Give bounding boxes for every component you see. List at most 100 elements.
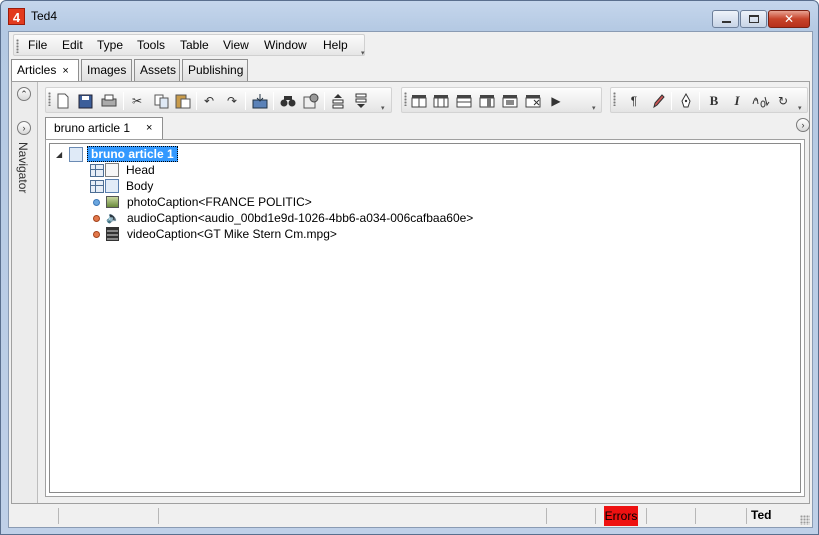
tab-assets[interactable]: Assets — [134, 59, 180, 81]
status-separator — [546, 508, 547, 524]
toolbar-separator — [671, 92, 672, 110]
status-bar: Errors Ted — [9, 505, 812, 527]
photo-icon — [106, 196, 119, 208]
toolbar-separator — [273, 92, 274, 110]
status-separator — [158, 508, 159, 524]
move-up-icon[interactable] — [329, 92, 347, 110]
menu-tools[interactable]: Tools — [135, 38, 167, 52]
errors-indicator[interactable]: Errors — [604, 506, 638, 526]
pen-icon[interactable] — [677, 92, 695, 110]
print-icon[interactable] — [100, 92, 118, 110]
redo-icon[interactable]: ↷ — [223, 92, 241, 110]
undo-icon[interactable]: ↶ — [200, 92, 218, 110]
tree-item-head[interactable]: Head — [90, 162, 155, 178]
tree-item-body[interactable]: Body — [90, 178, 153, 194]
toolbar-overflow-icon[interactable]: ▾ — [592, 104, 596, 112]
status-separator — [58, 508, 59, 524]
panel-scroll-right-icon[interactable]: › — [796, 118, 810, 132]
save-icon[interactable] — [76, 92, 94, 110]
delete-table-icon[interactable] — [524, 92, 542, 110]
app-window: 4 Ted4 ✕ File Edit Type Tools Table View… — [0, 0, 819, 535]
maximize-button[interactable] — [740, 10, 767, 28]
tree-root-row[interactable]: ◢ bruno article 1 — [50, 146, 350, 162]
article-tree: ◢ bruno article 1 Head Body photoCaption… — [49, 143, 801, 493]
tree-item-video-caption[interactable]: videoCaption<GT Mike Stern Cm.mpg> — [93, 226, 337, 242]
toolbar-separator — [324, 92, 325, 110]
title-bar[interactable]: 4 Ted4 ✕ — [1, 1, 818, 31]
editor-toolbar: ✂ ↶ ↷ ▾ ▶ ▾ ¶ B I ↻ ▾ — [40, 87, 810, 115]
tab-articles-label: Articles — [17, 63, 57, 77]
tree-item-audio-caption[interactable]: 🔈 audioCaption<audio_00bd1e9d-1026-4bb6-… — [93, 210, 473, 226]
insert-row-above-icon[interactable] — [432, 92, 450, 110]
insert-column-icon[interactable] — [478, 92, 496, 110]
tab-images-label: Images — [87, 63, 127, 77]
pencil-icon[interactable] — [649, 92, 667, 110]
menu-view[interactable]: View — [221, 38, 251, 52]
client-area: File Edit Type Tools Table View Window H… — [8, 31, 813, 528]
menu-help[interactable]: Help — [321, 38, 350, 52]
toolbar-grip[interactable] — [404, 92, 407, 106]
document-tab-label: bruno article 1 — [54, 121, 131, 135]
minimize-icon — [722, 21, 731, 23]
menubar-overflow-icon[interactable]: ▾ — [361, 49, 368, 57]
status-dot-icon — [93, 230, 100, 238]
menu-edit[interactable]: Edit — [60, 38, 85, 52]
menubar-grip[interactable] — [16, 39, 19, 53]
document-icon — [69, 146, 83, 162]
toolbar-overflow-icon[interactable]: ▾ — [381, 104, 385, 112]
collapse-up-icon[interactable]: ⌃ — [17, 87, 31, 101]
minimize-button[interactable] — [712, 10, 739, 28]
page-blue-icon — [105, 179, 119, 193]
close-button[interactable]: ✕ — [768, 10, 810, 28]
refresh-icon[interactable]: ↻ — [774, 92, 792, 110]
resize-grip-icon[interactable] — [800, 515, 810, 525]
toolbar-grip[interactable] — [48, 92, 51, 106]
menu-type[interactable]: Type — [95, 38, 125, 52]
play-icon[interactable]: ▶ — [547, 92, 565, 110]
tab-articles[interactable]: Articles × — [11, 59, 79, 82]
cut-icon[interactable]: ✂ — [128, 92, 146, 110]
tree-item-label: videoCaption<GT Mike Stern Cm.mpg> — [127, 227, 337, 241]
tab-images[interactable]: Images — [81, 59, 132, 81]
toolbar-group-format: ¶ B I ↻ ▾ — [610, 87, 808, 113]
toolbar-separator — [245, 92, 246, 110]
close-icon: ✕ — [783, 12, 795, 26]
tab-close-icon[interactable]: × — [62, 65, 68, 77]
navigator-label[interactable]: Navigator — [16, 142, 30, 193]
film-icon — [106, 227, 119, 241]
copy-icon[interactable] — [152, 92, 170, 110]
paste-icon[interactable] — [174, 92, 192, 110]
menu-window[interactable]: Window — [262, 38, 309, 52]
document-tab[interactable]: bruno article 1 × — [45, 117, 163, 139]
properties-icon[interactable] — [302, 92, 320, 110]
toolbar-group-main: ✂ ↶ ↷ ▾ — [45, 87, 392, 113]
tab-publishing[interactable]: Publishing — [182, 59, 248, 81]
menu-table[interactable]: Table — [178, 38, 211, 52]
app-logo-icon: 4 — [8, 8, 25, 25]
toolbar-grip[interactable] — [613, 92, 616, 106]
toolbar-overflow-icon[interactable]: ▾ — [798, 104, 802, 112]
status-separator — [695, 508, 696, 524]
speaker-icon: 🔈 — [106, 212, 120, 224]
tree-item-label: Body — [126, 179, 154, 193]
tree-expand-icon[interactable]: ◢ — [56, 150, 62, 159]
pilcrow-icon[interactable]: ¶ — [625, 92, 643, 110]
italic-icon[interactable]: I — [728, 92, 746, 110]
menu-bar: File Edit Type Tools Table View Window H… — [13, 34, 368, 57]
table-icon[interactable] — [410, 92, 428, 110]
bold-icon[interactable]: B — [705, 92, 723, 110]
spellcheck-icon[interactable] — [752, 92, 770, 110]
new-document-icon[interactable] — [54, 92, 72, 110]
move-down-icon[interactable] — [352, 92, 370, 110]
tree-item-label: Head — [126, 163, 155, 177]
import-icon[interactable] — [251, 92, 269, 110]
menu-file[interactable]: File — [26, 38, 49, 52]
insert-row-below-icon[interactable] — [455, 92, 473, 110]
find-icon[interactable] — [279, 92, 297, 110]
current-user: Ted — [751, 508, 772, 522]
document-tab-close-icon[interactable]: × — [146, 118, 152, 138]
merge-cells-icon[interactable] — [501, 92, 519, 110]
toolbar-separator — [196, 92, 197, 110]
expand-navigator-icon[interactable]: › — [17, 121, 31, 135]
tree-item-photo-caption[interactable]: photoCaption<FRANCE POLITIC> — [93, 194, 312, 210]
